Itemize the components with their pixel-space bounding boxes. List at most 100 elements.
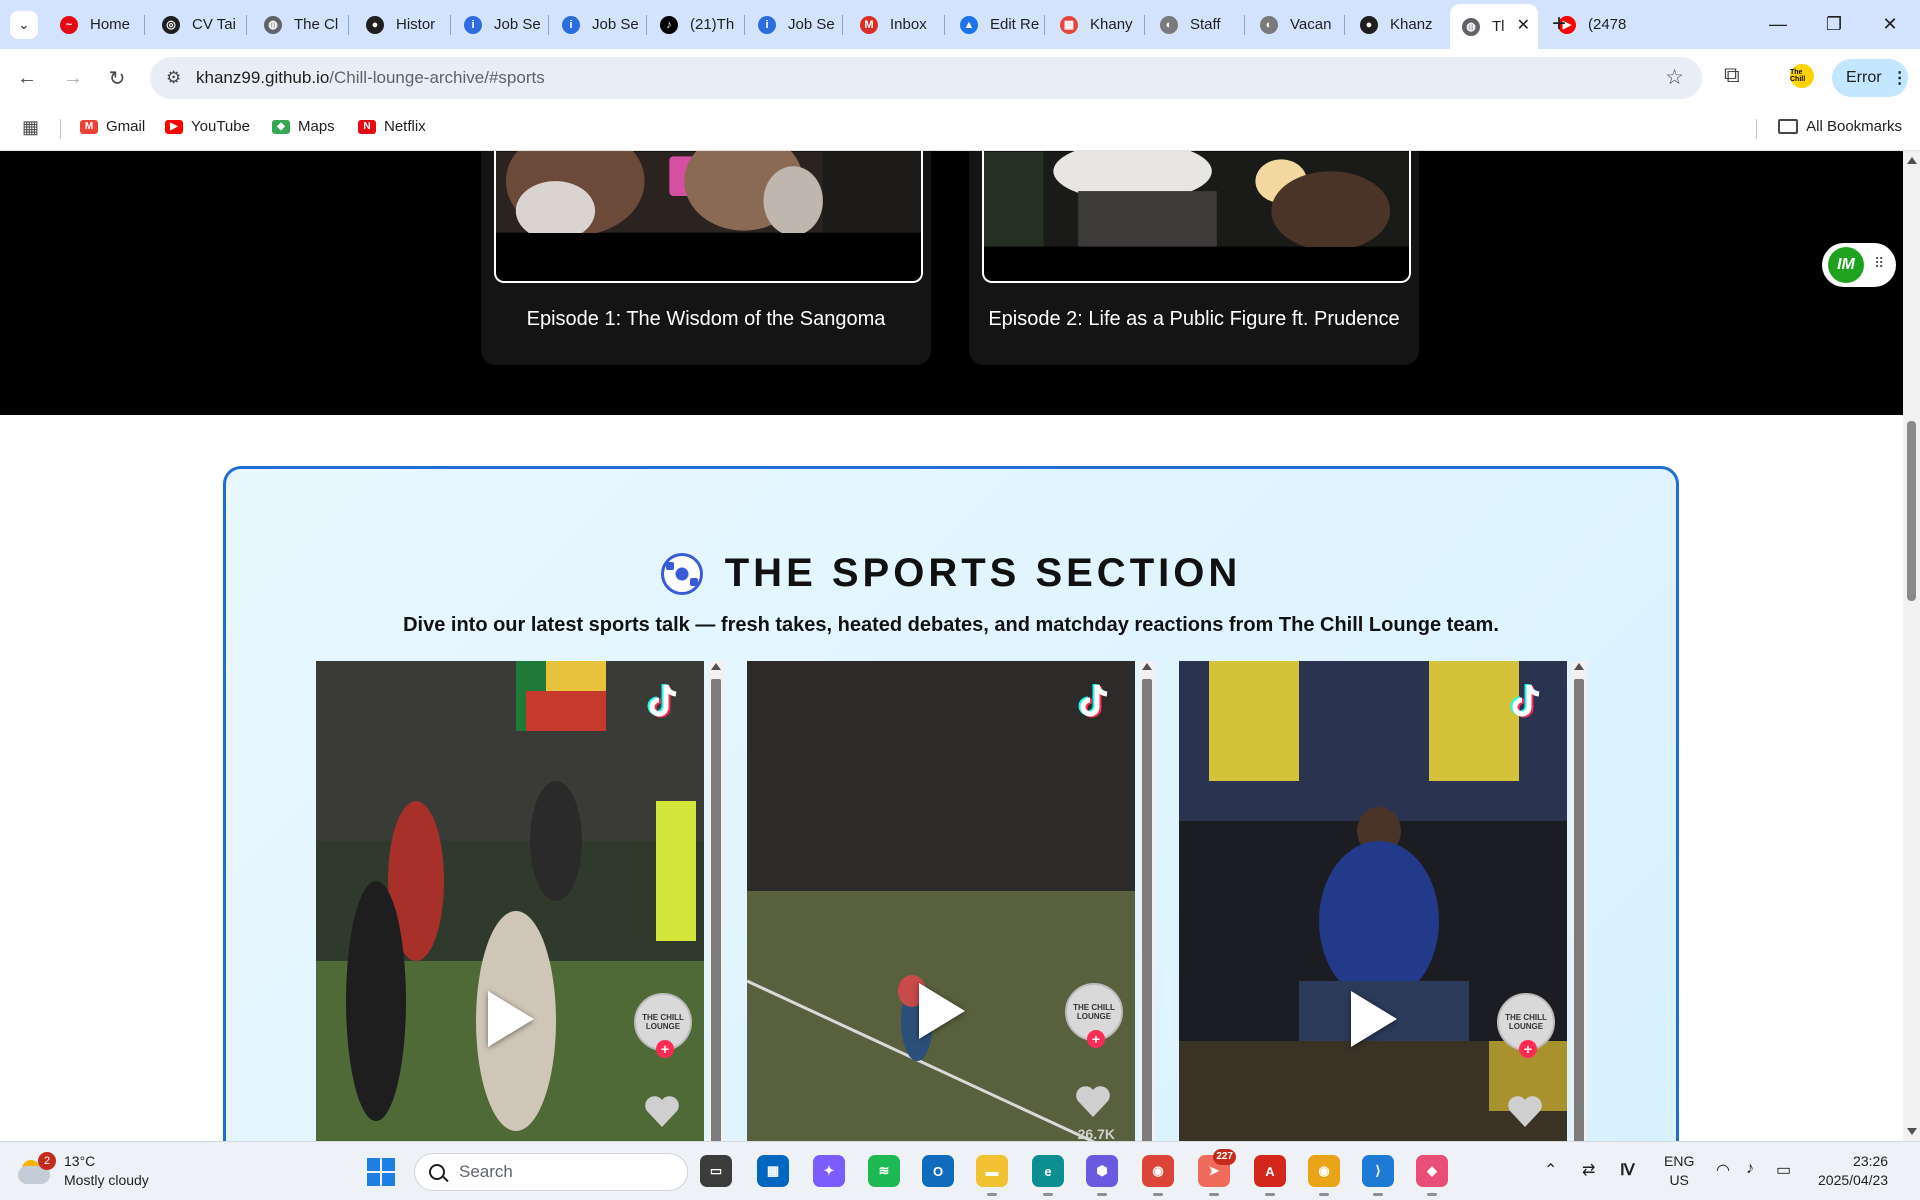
spotify-icon[interactable]: ≋ bbox=[868, 1155, 900, 1187]
battery-icon[interactable]: ▭ bbox=[1776, 1160, 1791, 1180]
minimize-button[interactable]: — bbox=[1758, 8, 1798, 40]
page-scrollbar-thumb[interactable] bbox=[1907, 421, 1916, 601]
episode-thumbnail[interactable] bbox=[494, 151, 923, 283]
tab-search-button[interactable]: ⌄ bbox=[10, 11, 38, 39]
channel-avatar[interactable]: THE CHILL LOUNGE + bbox=[1065, 983, 1123, 1048]
bookmark-gmail[interactable]: M Gmail bbox=[80, 118, 145, 135]
video-scrollbar[interactable] bbox=[1139, 661, 1155, 1141]
browser-tab[interactable]: ◐ Staff bbox=[1148, 6, 1242, 43]
scroll-up-arrow-icon[interactable] bbox=[1907, 157, 1917, 164]
extension-logo-icon[interactable]: IM bbox=[1828, 247, 1864, 283]
play-icon[interactable] bbox=[919, 983, 965, 1039]
close-window-button[interactable]: ✕ bbox=[1870, 8, 1910, 40]
tiktok-video-embed[interactable]: THE CHILL LOUNGE + bbox=[1179, 661, 1589, 1141]
outlook-icon[interactable]: O bbox=[922, 1155, 954, 1187]
tiktok-icon[interactable] bbox=[640, 679, 686, 725]
scrollbar-thumb[interactable] bbox=[1574, 679, 1584, 1141]
url-text[interactable]: khanz99.github.io/Chill-lounge-archive/#… bbox=[196, 68, 545, 88]
tray-monitor-icon[interactable]: Ⅳ bbox=[1620, 1160, 1635, 1180]
browser-tab[interactable]: ● Histor bbox=[354, 6, 448, 43]
episode-card[interactable]: Episode 1: The Wisdom of the Sangoma bbox=[481, 151, 931, 365]
browser-tab[interactable]: ~ Home bbox=[48, 6, 142, 43]
scroll-up-arrow-icon[interactable] bbox=[711, 663, 721, 670]
drag-handle-icon[interactable]: ⠿ bbox=[1874, 255, 1884, 272]
browser-tab[interactable]: ● Khanz bbox=[1348, 6, 1442, 43]
video-scrollbar[interactable] bbox=[1571, 661, 1587, 1141]
show-hidden-icons-icon[interactable]: ⌃ bbox=[1544, 1160, 1557, 1180]
channel-avatar[interactable]: THE CHILL LOUNGE + bbox=[634, 993, 692, 1058]
volume-icon[interactable]: ♪ bbox=[1746, 1160, 1754, 1178]
episode-card[interactable]: Episode 2: Life as a Public Figure ft. P… bbox=[969, 151, 1419, 365]
video-scrollbar[interactable] bbox=[708, 661, 724, 1141]
gemini-app-icon[interactable]: ◆ bbox=[1416, 1155, 1448, 1196]
browser-tab[interactable]: ▦ Khany bbox=[1048, 6, 1142, 43]
taskbar-search[interactable]: Search bbox=[414, 1153, 688, 1191]
acrobat-icon[interactable]: A bbox=[1254, 1155, 1286, 1196]
scrollbar-thumb[interactable] bbox=[711, 679, 721, 1141]
all-bookmarks-button[interactable]: All Bookmarks bbox=[1778, 118, 1902, 135]
tiktok-icon[interactable] bbox=[1503, 679, 1549, 725]
address-bar[interactable]: ⚙ khanz99.github.io/Chill-lounge-archive… bbox=[150, 57, 1702, 99]
browser-tab[interactable]: ◍ The Cl bbox=[252, 6, 346, 43]
forward-button[interactable]: → bbox=[58, 63, 88, 93]
page-scrollbar[interactable] bbox=[1903, 151, 1920, 1141]
system-clock[interactable]: 23:26 2025/04/23 bbox=[1818, 1152, 1888, 1190]
heart-icon[interactable] bbox=[1073, 1081, 1113, 1121]
episode-thumbnail[interactable] bbox=[982, 151, 1411, 283]
language-indicator[interactable]: ENG US bbox=[1664, 1152, 1694, 1190]
bookmark-netflix[interactable]: N Netflix bbox=[358, 118, 426, 135]
floating-extension-widget[interactable]: IM ⠿ bbox=[1822, 243, 1896, 287]
browser-tab[interactable]: ▲ Edit Re bbox=[948, 6, 1042, 43]
new-tab-button[interactable]: + bbox=[1552, 10, 1566, 38]
back-button[interactable]: ← bbox=[12, 63, 42, 93]
apps-grid-icon[interactable]: ▦ bbox=[22, 117, 39, 138]
tiktok-icon[interactable] bbox=[1071, 679, 1117, 725]
weather-widget[interactable]: 2 13°C Mostly cloudy bbox=[18, 1152, 149, 1190]
follow-plus-icon[interactable]: + bbox=[1087, 1030, 1105, 1048]
tab-active[interactable]: ◍ Tl ✕ bbox=[1450, 4, 1538, 49]
bookmark-youtube[interactable]: ▶ YouTube bbox=[165, 118, 250, 135]
browser-tab[interactable]: i Job Se bbox=[452, 6, 546, 43]
episode-title[interactable]: Episode 1: The Wisdom of the Sangoma bbox=[481, 308, 931, 331]
telegram-icon[interactable]: ➤ 227 bbox=[1198, 1149, 1236, 1196]
restore-button[interactable]: ❐ bbox=[1814, 8, 1854, 40]
video-frame[interactable]: THE CHILL LOUNGE + 26.7K bbox=[747, 661, 1135, 1141]
scroll-down-arrow-icon[interactable] bbox=[1907, 1128, 1917, 1135]
microsoft-store-icon[interactable]: ▦ bbox=[757, 1155, 789, 1187]
profile-avatar[interactable]: The Chill bbox=[1790, 64, 1814, 88]
tiktok-video-embed[interactable]: THE CHILL LOUNGE + bbox=[316, 661, 726, 1141]
file-explorer-icon[interactable]: ▬ bbox=[976, 1155, 1008, 1196]
copilot-icon[interactable]: ✦ bbox=[813, 1155, 845, 1187]
video-frame[interactable]: THE CHILL LOUNGE + bbox=[316, 661, 704, 1141]
channel-avatar[interactable]: THE CHILL LOUNGE + bbox=[1497, 993, 1555, 1058]
play-icon[interactable] bbox=[488, 991, 534, 1047]
tray-app-icon[interactable]: ⇄ bbox=[1582, 1160, 1595, 1180]
heart-icon[interactable] bbox=[642, 1091, 682, 1131]
edge-icon[interactable]: e bbox=[1032, 1155, 1064, 1196]
site-info-icon[interactable]: ⚙ bbox=[166, 68, 181, 88]
video-frame[interactable]: THE CHILL LOUNGE + bbox=[1179, 661, 1567, 1141]
tiktok-video-embed[interactable]: THE CHILL LOUNGE + 26.7K bbox=[747, 661, 1157, 1141]
extensions-icon[interactable]: ⧉ bbox=[1724, 62, 1740, 88]
browser-tab[interactable]: i Job Se bbox=[550, 6, 644, 43]
scrollbar-thumb[interactable] bbox=[1142, 679, 1152, 1141]
follow-plus-icon[interactable]: + bbox=[1519, 1040, 1537, 1058]
play-icon[interactable] bbox=[1351, 991, 1397, 1047]
chrome-profile-icon[interactable]: ◉ bbox=[1142, 1155, 1174, 1196]
bookmark-star-icon[interactable]: ☆ bbox=[1665, 65, 1684, 90]
close-tab-icon[interactable]: ✕ bbox=[1517, 15, 1530, 35]
heart-icon[interactable] bbox=[1505, 1091, 1545, 1131]
error-button[interactable]: Error ⋮ bbox=[1832, 59, 1908, 97]
windows-start-icon[interactable] bbox=[367, 1158, 395, 1186]
browser-tab[interactable]: M Inbox bbox=[848, 6, 942, 43]
bookmark-maps[interactable]: ◆ Maps bbox=[272, 118, 335, 135]
reload-button[interactable]: ↻ bbox=[102, 63, 132, 93]
browser-tab[interactable]: ♪ (21)Th bbox=[648, 6, 742, 43]
chrome-icon[interactable]: ◉ bbox=[1308, 1155, 1340, 1196]
episode-title[interactable]: Episode 2: Life as a Public Figure ft. P… bbox=[969, 308, 1419, 331]
browser-tab[interactable]: i Job Se bbox=[746, 6, 840, 43]
browser-tab[interactable]: ◐ Vacan bbox=[1248, 6, 1342, 43]
browser-tab[interactable]: ◎ CV Tai bbox=[150, 6, 244, 43]
wifi-icon[interactable]: ◠ bbox=[1716, 1160, 1730, 1180]
copilot-app-icon[interactable]: ⬢ bbox=[1086, 1155, 1118, 1196]
